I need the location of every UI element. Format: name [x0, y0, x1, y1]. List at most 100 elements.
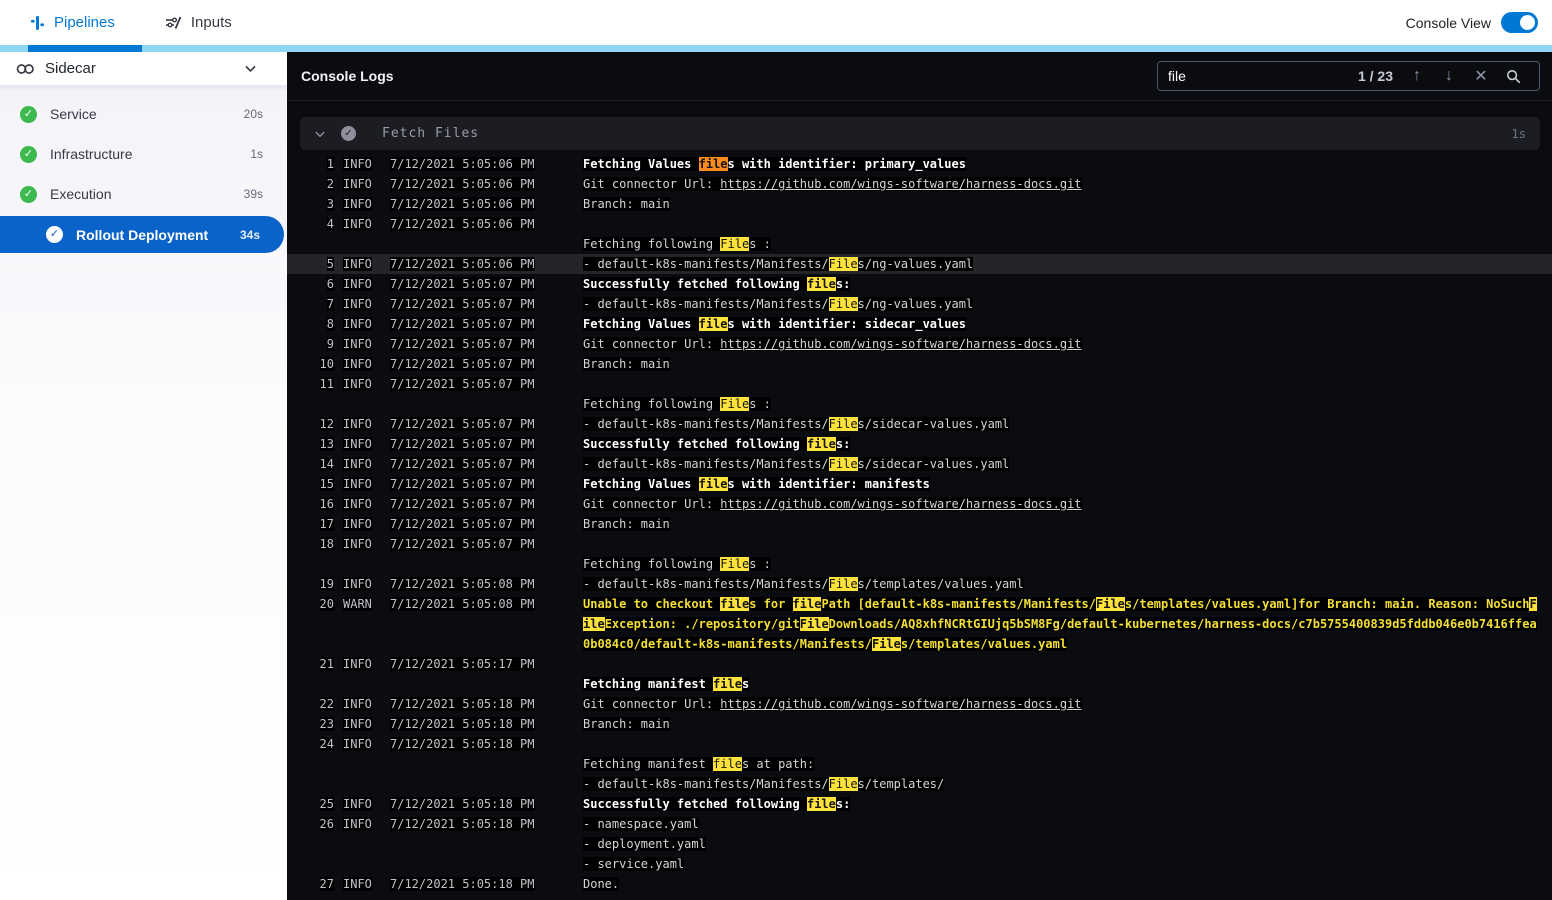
log-message: - default-k8s-manifests/Manifests/Files/…	[583, 777, 945, 791]
log-row: 15 INFO 7/12/2021 5:05:07 PM Fetching Value…	[287, 474, 1552, 494]
log-message: Successfully fetched following files:	[583, 277, 851, 291]
console-header: Console Logs 1 / 23 ↑ ↓ ✕	[287, 52, 1552, 101]
log-row: 0b084c0/default-k8s-manifests/Manifests/…	[287, 634, 1552, 654]
log-message: - default-k8s-manifests/Manifests/Files/…	[583, 457, 1010, 471]
log-row: 12 INFO 7/12/2021 5:05:07 PM - default-k8s-…	[287, 414, 1552, 434]
log-link[interactable]: https://github.com/wings-software/harnes…	[720, 337, 1082, 351]
active-tab-underline	[28, 45, 142, 52]
log-row: 8 INFO 7/12/2021 5:05:07 PM Fetching Values…	[287, 314, 1552, 334]
log-row: - service.yaml	[287, 854, 1552, 874]
log-message: Branch: main	[583, 517, 670, 531]
log-message: - default-k8s-manifests/Manifests/Files/…	[583, 417, 1010, 431]
console-logs-title: Console Logs	[301, 68, 394, 84]
log-link[interactable]: https://github.com/wings-software/harnes…	[720, 177, 1082, 191]
check-circle-icon: ✓	[20, 185, 37, 203]
log-viewer: 1 INFO 7/12/2021 5:05:06 PM Fetching Values…	[287, 150, 1552, 894]
step-label: Infrastructure	[50, 146, 133, 162]
log-message: Fetching manifest files at path:	[583, 757, 815, 771]
log-message: - deployment.yaml	[583, 837, 706, 851]
log-row: 1 INFO 7/12/2021 5:05:06 PM Fetching Values…	[287, 154, 1552, 174]
console-panel: Console Logs 1 / 23 ↑ ↓ ✕ ✓ Fetch Files …	[287, 52, 1552, 900]
console-view-toggle[interactable]	[1501, 12, 1538, 33]
log-row: 2 INFO 7/12/2021 5:05:06 PM Git connector U…	[287, 174, 1552, 194]
log-row: Fetching following Files :	[287, 554, 1552, 574]
clear-search-icon[interactable]: ✕	[1465, 66, 1497, 86]
tab-inputs-label: Inputs	[190, 14, 232, 31]
sidebar-item-execution[interactable]: ✓ Execution 39s	[0, 174, 287, 214]
log-row: 7 INFO 7/12/2021 5:05:07 PM - default-k8s-m…	[287, 294, 1552, 314]
log-row: 9 INFO 7/12/2021 5:05:07 PM Git connector U…	[287, 334, 1552, 354]
log-message: Fetching Values files with identifier: m…	[583, 477, 930, 491]
log-message: Successfully fetched following files:	[583, 437, 851, 451]
search-match-count: 1 / 23	[1357, 68, 1393, 84]
log-message: Git connector Url: https://github.com/wi…	[583, 497, 1082, 511]
chevron-down-icon[interactable]	[314, 128, 326, 140]
stage-title: Sidecar	[45, 60, 96, 77]
log-row: 17 INFO 7/12/2021 5:05:07 PM Branch: main	[287, 514, 1552, 534]
log-message: 0b084c0/default-k8s-manifests/Manifests/…	[583, 637, 1068, 651]
log-message: - service.yaml	[583, 857, 685, 871]
log-search-box: 1 / 23 ↑ ↓ ✕	[1157, 61, 1540, 91]
log-row: 11 INFO 7/12/2021 5:05:07 PM	[319, 377, 535, 391]
log-row: 14 INFO 7/12/2021 5:05:07 PM - default-k8s-…	[287, 454, 1552, 474]
log-section-title: Fetch Files	[382, 126, 480, 141]
next-match-icon[interactable]: ↓	[1433, 67, 1465, 85]
log-row: 18 INFO 7/12/2021 5:05:07 PM	[319, 537, 535, 551]
log-row: 13 INFO 7/12/2021 5:05:07 PM Successfully f…	[287, 434, 1552, 454]
log-row: 20 WARN 7/12/2021 5:05:08 PM Unable to chec…	[287, 594, 1552, 614]
search-input[interactable]	[1168, 68, 1358, 84]
log-row: 3 INFO 7/12/2021 5:05:06 PM Branch: main	[287, 194, 1552, 214]
log-section-fetch-files[interactable]: ✓ Fetch Files 1s	[300, 117, 1540, 150]
log-link[interactable]: https://github.com/wings-software/harnes…	[720, 497, 1082, 511]
log-message: - namespace.yaml	[583, 817, 699, 831]
log-row: 26 INFO 7/12/2021 5:05:18 PM - namespace.ya…	[287, 814, 1552, 834]
log-message: Git connector Url: https://github.com/wi…	[583, 697, 1082, 711]
step-duration: 20s	[243, 107, 263, 121]
log-row: 10 INFO 7/12/2021 5:05:07 PM Branch: main	[287, 354, 1552, 374]
tab-pipelines-label: Pipelines	[54, 14, 115, 31]
log-message: Branch: main	[583, 357, 670, 371]
chevron-down-icon[interactable]	[244, 62, 257, 75]
log-message: Fetching following Files :	[583, 397, 771, 411]
log-message: Fetching following Files :	[583, 557, 771, 571]
search-icon[interactable]	[1497, 69, 1529, 84]
sidebar-item-infrastructure[interactable]: ✓ Infrastructure 1s	[0, 134, 287, 174]
log-message: - default-k8s-manifests/Manifests/Files/…	[583, 257, 974, 271]
check-circle-icon: ✓	[20, 105, 37, 123]
step-duration: 1s	[250, 147, 263, 161]
log-message: Unable to checkout files for filePath [d…	[583, 597, 1537, 611]
log-row: Fetching manifest files at path:	[287, 754, 1552, 774]
log-row: 23 INFO 7/12/2021 5:05:18 PM Branch: main	[287, 714, 1552, 734]
top-bar: Pipelines Inputs Console View	[0, 0, 1552, 45]
log-section-duration: 1s	[1511, 126, 1526, 141]
check-circle-icon: ✓	[46, 226, 63, 243]
log-message: ileException: ./repository/gitFileDownlo…	[583, 617, 1537, 631]
log-row: 6 INFO 7/12/2021 5:05:07 PM Successfully fe…	[287, 274, 1552, 294]
sidebar-stage-header[interactable]: Sidecar	[0, 52, 287, 86]
link-icon	[16, 63, 35, 75]
tab-pipelines[interactable]: Pipelines	[28, 0, 117, 45]
log-message: Git connector Url: https://github.com/wi…	[583, 337, 1082, 351]
previous-match-icon[interactable]: ↑	[1401, 67, 1433, 85]
log-row: - deployment.yaml	[287, 834, 1552, 854]
step-label: Execution	[50, 186, 112, 202]
step-label: Rollout Deployment	[76, 226, 209, 243]
log-row: Fetching manifest files	[287, 674, 1552, 694]
log-message: Git connector Url: https://github.com/wi…	[583, 177, 1082, 191]
tab-inputs[interactable]: Inputs	[163, 0, 234, 45]
log-row: Fetching following Files :	[287, 394, 1552, 414]
sidebar-item-service[interactable]: ✓ Service 20s	[0, 94, 287, 134]
sidebar-item-rollout-deployment[interactable]: ✓ Rollout Deployment 34s	[0, 216, 284, 253]
log-row: 25 INFO 7/12/2021 5:05:18 PM Successfully f…	[287, 794, 1552, 814]
step-success-icon: ✓	[341, 126, 356, 141]
step-label: Service	[50, 106, 97, 122]
log-row: Fetching following Files :	[287, 234, 1552, 254]
console-view-label: Console View	[1405, 14, 1491, 31]
log-row: 19 INFO 7/12/2021 5:05:08 PM - default-k8s-…	[287, 574, 1552, 594]
step-duration: 39s	[243, 187, 263, 201]
log-message: Fetching following Files :	[583, 237, 771, 251]
log-message: Successfully fetched following files:	[583, 797, 851, 811]
log-row: 4 INFO 7/12/2021 5:05:06 PM	[326, 217, 535, 231]
log-link[interactable]: https://github.com/wings-software/harnes…	[720, 697, 1082, 711]
pipeline-icon	[30, 15, 45, 31]
